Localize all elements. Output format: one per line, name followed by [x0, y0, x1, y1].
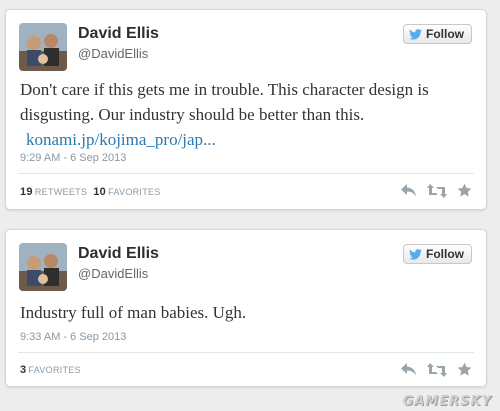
- twitter-bird-icon: [409, 248, 422, 260]
- tweet-link[interactable]: konami.jp/kojima_pro/jap...: [20, 127, 476, 152]
- retweet-icon[interactable]: [427, 183, 447, 198]
- follow-button[interactable]: Follow: [403, 24, 472, 44]
- watermark: GAMERSKY: [402, 394, 492, 409]
- tweet-actions: [401, 362, 472, 377]
- retweet-icon[interactable]: [427, 362, 447, 377]
- tweet-actions: [401, 183, 472, 198]
- divider: [18, 352, 474, 353]
- tweet-stats: 3 FAVORITES: [20, 364, 81, 376]
- retweets-label: RETWEETS: [34, 187, 88, 197]
- favorite-star-icon[interactable]: [457, 183, 472, 198]
- favorite-star-icon[interactable]: [457, 362, 472, 377]
- twitter-bird-icon: [409, 28, 422, 40]
- follow-label: Follow: [426, 247, 464, 261]
- display-name[interactable]: David Ellis: [78, 25, 159, 43]
- display-name[interactable]: David Ellis: [78, 245, 159, 263]
- follow-button[interactable]: Follow: [403, 244, 472, 264]
- favorites-label: FAVORITES: [108, 187, 161, 197]
- retweets-count[interactable]: 19: [20, 186, 33, 198]
- tweet-stats: 19 RETWEETS 10 FAVORITES: [20, 186, 161, 198]
- tweet-card: David Ellis @DavidEllis Follow Don't car…: [5, 9, 487, 210]
- favorites-label: FAVORITES: [28, 365, 81, 375]
- avatar[interactable]: [19, 23, 67, 71]
- timestamp[interactable]: 9:29 AM - 6 Sep 2013: [20, 152, 126, 164]
- reply-icon[interactable]: [401, 184, 417, 197]
- follow-label: Follow: [426, 27, 464, 41]
- tweet-body: Don't care if this gets me in trouble. T…: [20, 80, 429, 124]
- tweet-card: David Ellis @DavidEllis Follow Industry …: [5, 229, 487, 387]
- reply-icon[interactable]: [401, 363, 417, 376]
- tweet-body: Industry full of man babies. Ugh.: [20, 303, 247, 322]
- user-handle[interactable]: @DavidEllis: [78, 46, 148, 61]
- timestamp[interactable]: 9:33 AM - 6 Sep 2013: [20, 331, 126, 343]
- avatar[interactable]: [19, 243, 67, 291]
- favorites-count[interactable]: 3: [20, 364, 26, 376]
- tweet-text: Don't care if this gets me in trouble. T…: [20, 77, 476, 152]
- tweet-text: Industry full of man babies. Ugh.: [20, 300, 476, 325]
- user-handle[interactable]: @DavidEllis: [78, 266, 148, 281]
- favorites-count[interactable]: 10: [93, 186, 106, 198]
- divider: [18, 173, 474, 174]
